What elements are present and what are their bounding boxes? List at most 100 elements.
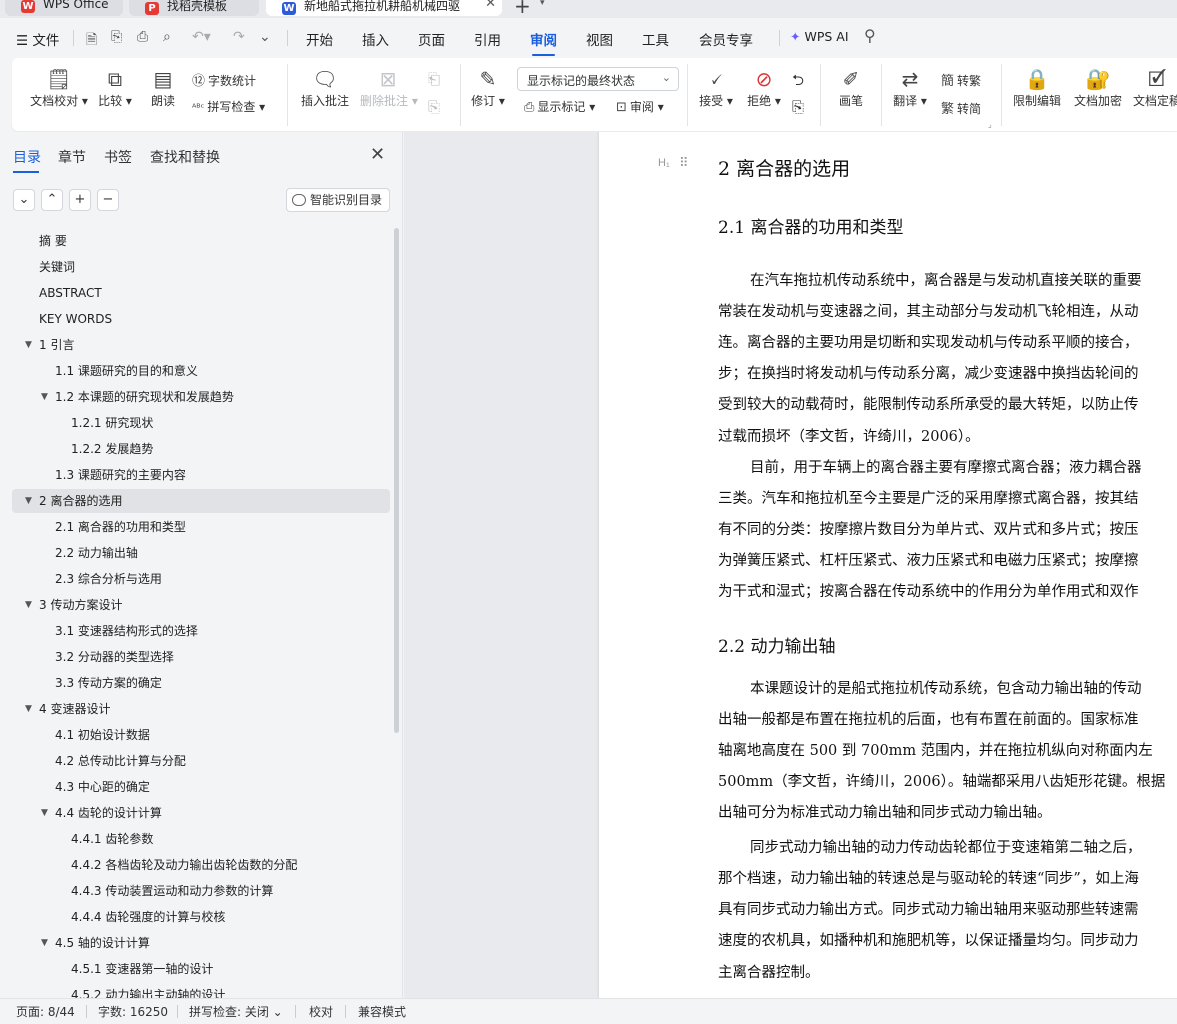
insert-comment-button[interactable]: 🗨 插入批注: [300, 66, 350, 109]
tab-find-replace[interactable]: 查找和替换: [150, 147, 220, 167]
expand-caret-icon[interactable]: ▼: [41, 801, 48, 825]
tab-template[interactable]: P 找稻壳模板: [129, 0, 259, 16]
smart-toc-button[interactable]: 智能识别目录: [286, 188, 390, 212]
wps-ai-button[interactable]: ✦ WPS AI: [790, 29, 849, 44]
toc-item[interactable]: 2.1 离合器的功用和类型: [12, 515, 390, 539]
expand-corner-icon[interactable]: ⌟: [988, 120, 992, 129]
menu-member[interactable]: 会员专享: [699, 29, 753, 49]
toc-item[interactable]: 3.2 分动器的类型选择: [12, 645, 390, 669]
toc-item[interactable]: 1.2.2 发展趋势: [12, 437, 390, 461]
encrypt-button[interactable]: 🔐 文档加密: [1073, 66, 1123, 109]
expand-caret-icon[interactable]: ▼: [25, 697, 32, 721]
proofread-button[interactable]: 校对: [309, 1003, 333, 1020]
page-indicator[interactable]: 页面: 8/44: [16, 1003, 75, 1020]
menu-insert[interactable]: 插入: [362, 29, 389, 49]
menu-page[interactable]: 页面: [418, 29, 445, 49]
new-tab-icon[interactable]: +: [514, 0, 531, 18]
menu-view[interactable]: 视图: [586, 29, 613, 49]
toc-item[interactable]: 1.2.1 研究现状: [12, 411, 390, 435]
toc-item[interactable]: ▼ 4.4 齿轮的设计计算: [12, 801, 390, 825]
search-icon[interactable]: ⚲: [864, 26, 876, 45]
translate-button[interactable]: ⇄ 翻译 ▾: [892, 66, 928, 109]
close-tab-icon[interactable]: ✕: [485, 0, 496, 11]
compare-button[interactable]: ⧉ 比较 ▾: [98, 66, 132, 109]
toc-item[interactable]: 2.3 综合分析与选用: [12, 567, 390, 591]
toc-item[interactable]: ▼ 1 引言: [12, 333, 390, 357]
toc-item[interactable]: 4.4.1 齿轮参数: [12, 827, 390, 851]
menu-reference[interactable]: 引用: [474, 29, 501, 49]
toc-item[interactable]: 4.4.3 传动装置运动和动力参数的计算: [12, 879, 390, 903]
delete-comment-button[interactable]: ⊠ 删除批注 ▾: [360, 66, 418, 109]
toc-item[interactable]: 4.4.2 各档齿轮及动力输出齿轮齿数的分配: [12, 853, 390, 877]
remove-heading-button[interactable]: −: [97, 189, 119, 211]
collapse-down-button[interactable]: ⌄: [13, 189, 35, 211]
print-icon[interactable]: ⎙: [137, 29, 148, 45]
review-pane-button[interactable]: ⊡ 审阅 ▾: [616, 98, 664, 115]
expand-caret-icon[interactable]: ▼: [25, 333, 32, 357]
revise-button[interactable]: ✎ 修订 ▾: [470, 66, 506, 109]
toc-item[interactable]: 2.2 动力输出轴: [12, 541, 390, 565]
expand-caret-icon[interactable]: ▼: [41, 931, 48, 955]
save-icon[interactable]: 🗎: [86, 29, 97, 53]
file-menu[interactable]: ☰ 文件: [16, 29, 59, 49]
toc-scrollbar[interactable]: [394, 228, 399, 733]
pen-button[interactable]: ✐ 画笔: [836, 66, 866, 109]
toc-item[interactable]: 摘 要: [12, 229, 390, 253]
toc-item[interactable]: ▼ 3 传动方案设计: [12, 593, 390, 617]
tab-document[interactable]: W 新地船式拖拉机耕船机械四驱 ✕: [266, 0, 502, 16]
more-chevron-icon[interactable]: ⌄: [259, 29, 271, 45]
toc-item[interactable]: ▼ 4 变速器设计: [12, 697, 390, 721]
toc-item[interactable]: 4.2 总传动比计算与分配: [12, 749, 390, 773]
prev-change-button[interactable]: ⮌: [792, 70, 804, 95]
restrict-edit-button[interactable]: 🔒 限制编辑: [1012, 66, 1062, 109]
toc-item[interactable]: 1.1 课题研究的目的和意义: [12, 359, 390, 383]
export-icon[interactable]: ⎘: [111, 29, 122, 45]
add-heading-button[interactable]: +: [69, 189, 91, 211]
doc-check-button[interactable]: 🗒 文档校对 ▾: [29, 66, 89, 109]
redo-icon[interactable]: ↷: [233, 29, 245, 45]
toc-item[interactable]: 4.4.4 齿轮强度的计算与校核: [12, 905, 390, 929]
finalize-button[interactable]: 🗹 文档定稿: [1132, 66, 1177, 109]
reject-button[interactable]: ⊘ 拒绝 ▾: [746, 66, 782, 109]
word-count-button[interactable]: ⑫ 字数统计: [192, 70, 256, 89]
expand-caret-icon[interactable]: ▼: [41, 385, 48, 409]
next-change-button[interactable]: ⎘: [792, 98, 804, 116]
accept-button[interactable]: 🗸 接受 ▾: [698, 66, 734, 109]
toc-item[interactable]: ▼ 2 离合器的选用: [12, 489, 390, 513]
expand-up-button[interactable]: ⌃: [41, 189, 63, 211]
toc-item[interactable]: 4.5.1 变速器第一轴的设计: [12, 957, 390, 981]
toc-item[interactable]: 关键词: [12, 255, 390, 279]
heading-marker-icon[interactable]: H₁: [658, 157, 670, 169]
tab-chapter[interactable]: 章节: [58, 147, 86, 167]
menu-tools[interactable]: 工具: [642, 29, 669, 49]
tab-wps-office[interactable]: W WPS Office: [5, 0, 123, 16]
next-comment-button[interactable]: ⎘: [428, 98, 440, 116]
display-mode-select[interactable]: 显示标记的最终状态 ⌄: [517, 67, 679, 91]
to-simplified-button[interactable]: 繁转简: [941, 98, 981, 117]
read-aloud-button[interactable]: ▤ 朗读: [149, 66, 177, 109]
toc-item[interactable]: KEY WORDS: [12, 307, 390, 331]
toc-item[interactable]: 4.5.2 动力输出主动轴的设计: [12, 983, 390, 998]
undo-icon[interactable]: ↶▾: [192, 29, 211, 45]
word-count-indicator[interactable]: 字数: 16250: [98, 1003, 168, 1020]
tab-bookmark[interactable]: 书签: [104, 147, 132, 167]
document-page[interactable]: H₁ ⠿ 2 离合器的选用 2.1 离合器的功用和类型 2.2 动力输出轴 在汽…: [599, 132, 1177, 998]
prev-comment-button[interactable]: ⎗: [428, 70, 440, 88]
toc-item[interactable]: ▼ 1.2 本课题的研究现状和发展趋势: [12, 385, 390, 409]
to-traditional-button[interactable]: 簡转繁: [941, 70, 981, 89]
spell-check-button[interactable]: ᴬᴮᶜ 拼写检查 ▾: [192, 98, 265, 115]
expand-caret-icon[interactable]: ▼: [25, 593, 32, 617]
chevron-down-icon[interactable]: ▾: [540, 0, 545, 8]
expand-caret-icon[interactable]: ▼: [25, 489, 32, 513]
menu-review[interactable]: 审阅: [530, 29, 557, 56]
show-markup-button[interactable]: ⎙ 显示标记 ▾: [524, 98, 595, 115]
spell-check-toggle[interactable]: 拼写检查: 关闭 ⌄: [189, 1003, 283, 1020]
toc-item[interactable]: 4.1 初始设计数据: [12, 723, 390, 747]
menu-start[interactable]: 开始: [306, 29, 333, 49]
toc-item[interactable]: ABSTRACT: [12, 281, 390, 305]
close-pane-icon[interactable]: ✕: [370, 144, 385, 165]
drag-handle-icon[interactable]: ⠿: [679, 156, 688, 171]
toc-item[interactable]: 1.3 课题研究的主要内容: [12, 463, 390, 487]
print-preview-icon[interactable]: ⌕: [163, 29, 171, 45]
toc-item[interactable]: 3.3 传动方案的确定: [12, 671, 390, 695]
